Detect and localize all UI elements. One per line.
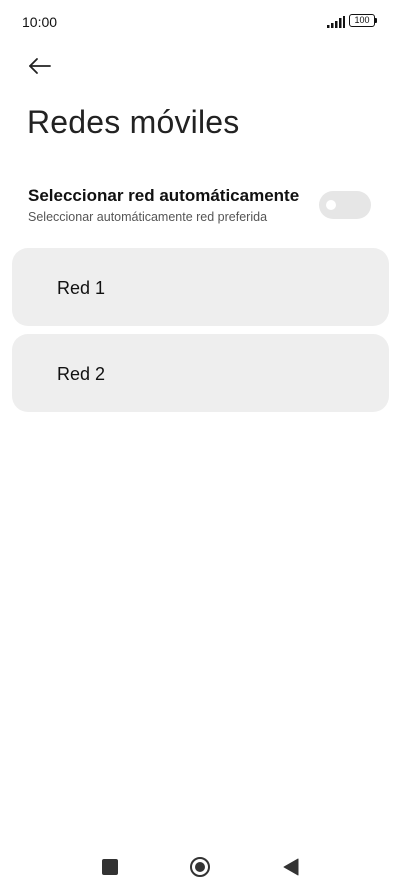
auto-select-network-row[interactable]: Seleccionar red automáticamente Seleccio… — [0, 178, 401, 238]
back-button[interactable] — [24, 52, 60, 82]
network-item-red-2[interactable]: Red 2 — [12, 334, 389, 412]
signal-icon — [327, 16, 345, 28]
page-title: Redes móviles — [27, 104, 240, 140]
auto-select-toggle[interactable] — [319, 191, 371, 219]
network-label: Red 2 — [57, 364, 106, 384]
auto-select-subtitle: Seleccionar automáticamente red preferid… — [28, 210, 268, 224]
toggle-knob — [326, 200, 336, 210]
battery-icon: 100 — [349, 14, 377, 27]
battery-level: 100 — [349, 14, 375, 27]
network-label: Red 1 — [57, 278, 106, 298]
navigation-bar — [0, 845, 401, 892]
back-triangle-icon[interactable] — [283, 858, 299, 876]
auto-select-title: Seleccionar red automáticamente — [28, 186, 300, 205]
arrow-left-icon — [29, 58, 51, 74]
status-time: 10:00 — [22, 14, 58, 30]
status-bar: 10:00 100 — [0, 0, 401, 44]
recents-square-icon[interactable] — [102, 859, 118, 875]
network-item-red-1[interactable]: Red 1 — [12, 248, 389, 326]
home-circle-icon[interactable] — [189, 856, 211, 878]
